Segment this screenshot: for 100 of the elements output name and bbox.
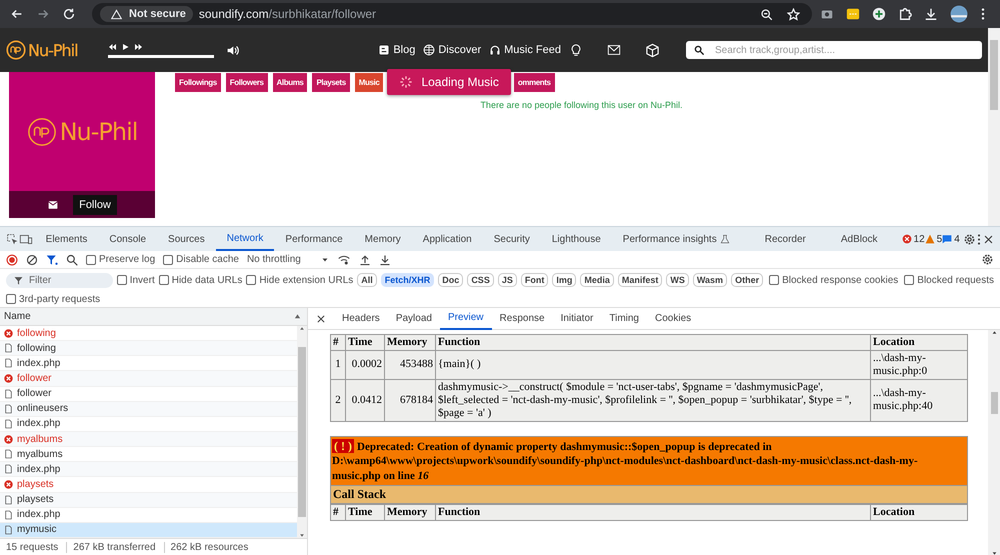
devtools-tab[interactable]: Performance insights — [612, 227, 754, 251]
checkbox[interactable]: Preserve log — [86, 254, 156, 265]
cube-icon[interactable] — [645, 42, 660, 58]
progress-bar[interactable] — [108, 54, 214, 58]
devtools-tab[interactable]: Sources — [157, 227, 216, 251]
devtools-tab[interactable]: Console — [98, 227, 158, 251]
scroll-up-icon[interactable] — [990, 330, 998, 335]
sort-icon[interactable] — [294, 313, 301, 320]
nav-link[interactable]: Discover — [423, 44, 486, 56]
device-icon[interactable] — [19, 232, 33, 246]
download-icon[interactable] — [378, 254, 391, 266]
type-filter[interactable]: All — [357, 273, 377, 287]
filter-field[interactable]: Filter — [6, 272, 113, 288]
detail-tab[interactable]: Payload — [388, 308, 440, 330]
request-row[interactable]: myalbums — [0, 432, 297, 448]
request-row[interactable]: mymusic — [0, 522, 297, 538]
upload-icon[interactable] — [358, 254, 371, 266]
devtools-tab[interactable]: Security — [482, 227, 541, 251]
throttling-dropdown[interactable]: No throttling — [246, 254, 329, 265]
request-row[interactable]: following — [0, 341, 297, 356]
devtools-tab[interactable]: AdBlock — [830, 227, 902, 251]
devtools-tab[interactable]: Application — [412, 227, 483, 251]
scrollbar-thumb[interactable] — [990, 392, 998, 414]
security-indicator[interactable]: Not secure — [100, 6, 193, 22]
type-filter[interactable]: Font — [520, 273, 548, 287]
devtools-tab[interactable]: Performance — [274, 227, 354, 251]
nav-link[interactable]: Blog — [378, 44, 420, 56]
warning-count[interactable]: 5 — [924, 234, 942, 244]
zoom-icon[interactable] — [760, 8, 773, 20]
type-filter[interactable]: WS — [666, 273, 689, 287]
mail-icon[interactable] — [605, 43, 623, 57]
detail-tab[interactable]: Timing — [601, 308, 647, 330]
request-row[interactable]: follower — [0, 371, 297, 387]
fast-forward-icon[interactable] — [134, 42, 143, 50]
detail-tab[interactable]: Preview — [440, 308, 492, 330]
scrollbar-thumb[interactable] — [990, 40, 998, 110]
clear-icon[interactable] — [26, 254, 38, 266]
type-filter[interactable]: Media — [580, 273, 614, 287]
type-filter[interactable]: Fetch/XHR — [380, 273, 434, 287]
search-icon[interactable] — [66, 254, 78, 266]
profile-tab[interactable]: Followings — [175, 73, 221, 92]
checkbox[interactable]: Blocked response cookies — [769, 274, 898, 286]
checkbox[interactable]: Hide extension URLs — [246, 274, 354, 286]
request-row[interactable]: onlineusers — [0, 402, 297, 417]
type-filter[interactable]: Other — [731, 273, 764, 287]
devtools-tab[interactable]: Recorder — [754, 227, 830, 251]
filter-icon[interactable] — [46, 254, 58, 266]
scrollbar[interactable] — [988, 28, 1000, 226]
devtools-tab[interactable]: Elements — [34, 227, 98, 251]
nav-link[interactable]: Music Feed — [489, 44, 565, 56]
scrollbar[interactable] — [297, 326, 307, 538]
checkbox[interactable]: Disable cache — [163, 254, 239, 265]
detail-tab[interactable]: Headers — [334, 308, 388, 330]
play-icon[interactable] — [121, 42, 130, 50]
type-filter[interactable]: Manifest — [618, 273, 662, 287]
profile-tab[interactable]: Music — [354, 73, 384, 92]
logo[interactable]: Nu-Phil — [6, 40, 86, 60]
profile-tab[interactable]: Albums — [272, 73, 308, 92]
wifi-settings-icon[interactable] — [336, 254, 351, 266]
checkbox[interactable]: 3rd-party requests — [6, 294, 100, 304]
request-row[interactable]: playsets — [0, 492, 297, 508]
detail-tab[interactable]: Cookies — [647, 308, 700, 330]
mail-icon[interactable] — [47, 200, 60, 210]
inspect-icon[interactable] — [6, 232, 19, 246]
detail-tab[interactable]: Response — [492, 308, 553, 330]
devtools-tab[interactable]: Memory — [354, 227, 412, 251]
avatar-icon[interactable] — [950, 5, 968, 23]
more-icon[interactable] — [980, 7, 986, 21]
type-filter[interactable]: Img — [552, 273, 576, 287]
checkbox[interactable]: Blocked requests — [904, 274, 994, 286]
type-filter[interactable]: Doc — [438, 273, 464, 287]
extension-icon[interactable] — [846, 7, 860, 21]
type-filter[interactable]: JS — [498, 273, 517, 287]
settings-icon[interactable] — [962, 232, 976, 246]
close-icon[interactable] — [316, 314, 326, 324]
settings-icon[interactable] — [981, 253, 994, 266]
follow-button[interactable]: Follow — [73, 194, 117, 214]
address-bar[interactable]: Not secure soundify.com/surbhikatar/follower — [92, 3, 812, 25]
plus-icon[interactable] — [872, 7, 886, 21]
type-filter[interactable]: Wasm — [692, 273, 728, 287]
checkbox[interactable]: Invert — [116, 274, 155, 286]
volume-icon[interactable] — [226, 44, 239, 56]
rewind-icon[interactable] — [108, 42, 117, 50]
profile-tab[interactable]: omments — [514, 73, 555, 92]
devtools-tab[interactable]: Lighthouse — [540, 227, 612, 251]
lightbulb-icon[interactable] — [569, 43, 583, 57]
more-icon[interactable] — [977, 232, 982, 246]
devtools-tab[interactable]: Network — [216, 227, 274, 251]
scroll-down-icon[interactable] — [990, 551, 998, 555]
back-icon[interactable] — [10, 7, 24, 21]
star-icon[interactable] — [787, 8, 800, 20]
request-row[interactable]: index.php — [0, 462, 297, 478]
detail-tab[interactable]: Initiator — [552, 308, 602, 330]
checkbox[interactable]: Hide data URLs — [158, 274, 242, 286]
record-icon[interactable] — [6, 254, 18, 266]
message-count[interactable]: 4 — [942, 234, 960, 244]
scrollbar-thumb[interactable] — [298, 347, 306, 517]
type-filter[interactable]: CSS — [467, 273, 494, 287]
profile-tab[interactable]: Playsets — [312, 73, 350, 92]
puzzle-icon[interactable] — [898, 7, 912, 21]
